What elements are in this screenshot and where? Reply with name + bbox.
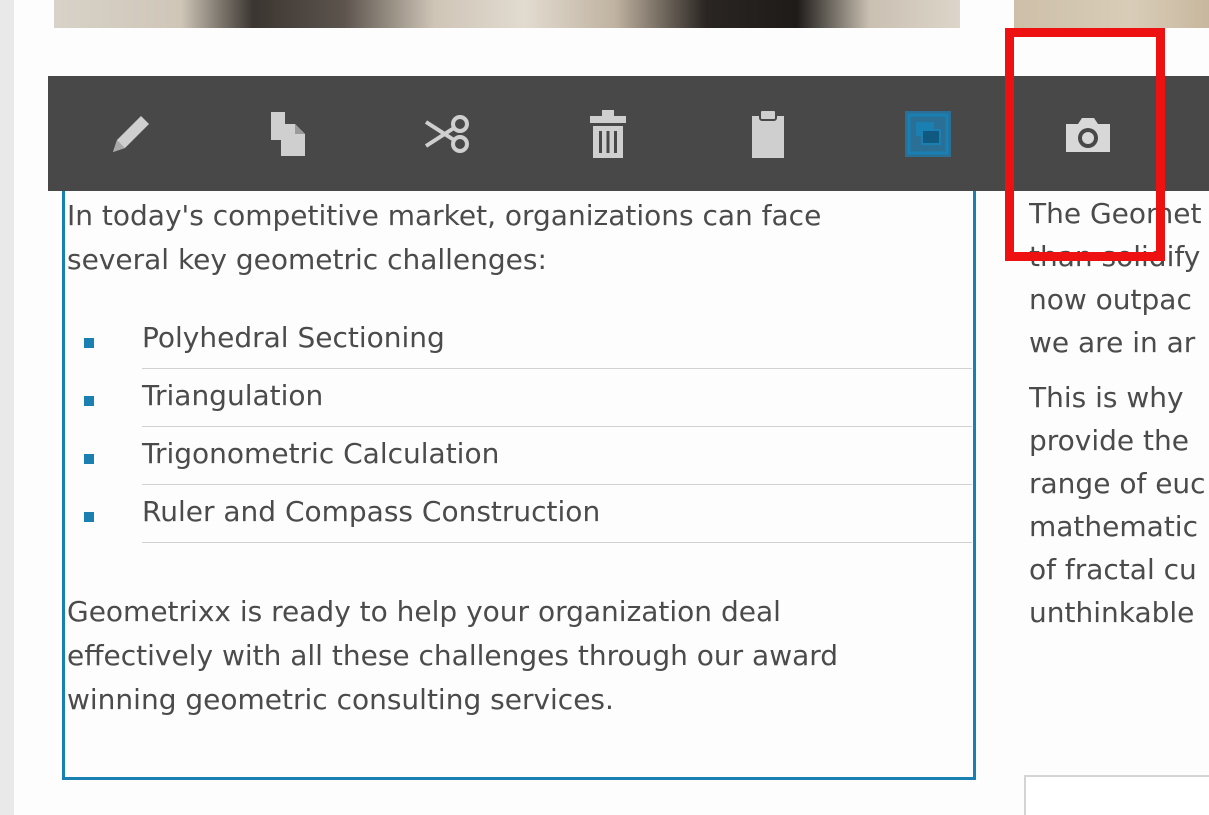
right-paragraph-1: The Geomet than solidify now outpac we a… [1029,192,1209,364]
right-line: The Geomet [1029,197,1202,230]
closing-line-2: effectively with all these challenges th… [67,639,839,672]
layout-button[interactable] [883,76,973,191]
right-line: than solidify [1029,240,1201,273]
list-item: Trigonometric Calculation [67,426,972,485]
right-line: mathematic [1029,510,1198,543]
hero-image-left [54,0,960,28]
closing-line-3: winning geometric consulting services. [67,683,614,716]
right-line: range of euc [1029,467,1206,500]
scissors-icon [424,114,469,153]
cut-button[interactable] [403,76,493,191]
bullet-square-icon [84,454,94,464]
right-line: of fractal cu [1029,553,1197,586]
edit-button[interactable] [86,76,176,191]
closing-line-1: Geometrixx is ready to help your organiz… [67,595,781,628]
layout-icon [905,110,951,157]
bullet-square-icon [84,338,94,348]
challenges-list: Polyhedral Sectioning Triangulation Trig… [67,310,972,543]
list-item: Ruler and Compass Construction [67,484,972,543]
list-item-label: Trigonometric Calculation [142,426,972,485]
right-paragraph-2: This is why provide the range of euc mat… [1029,376,1209,634]
bullet-square-icon [84,512,94,522]
list-item-label: Ruler and Compass Construction [142,484,972,543]
closing-text: Geometrixx is ready to help your organiz… [67,590,947,722]
right-line: now outpac [1029,283,1192,316]
right-line: This is why [1029,381,1184,414]
right-column-box [1024,775,1209,815]
list-item-label: Polyhedral Sectioning [142,310,972,369]
component-toolbar [48,76,1209,191]
intro-line-1: In today's competitive market, organizat… [67,199,822,232]
copy-icon [271,111,305,156]
intro-text: In today's competitive market, organizat… [67,194,947,282]
trash-icon [590,109,626,158]
bullet-square-icon [84,396,94,406]
right-line: we are in ar [1029,326,1196,359]
right-line: provide the [1029,424,1190,457]
pencil-icon [113,115,149,152]
copy-button[interactable] [244,76,334,191]
clipboard-icon [752,108,784,158]
camera-button[interactable] [1043,76,1133,191]
delete-button[interactable] [563,76,653,191]
intro-line-2: several key geometric challenges: [67,243,547,276]
list-item: Polyhedral Sectioning [67,310,972,369]
hero-image-right [1014,0,1209,28]
list-item-label: Triangulation [142,368,972,427]
camera-icon [1066,117,1110,152]
list-item: Triangulation [67,368,972,427]
paste-button[interactable] [723,76,813,191]
right-line: unthinkable [1029,596,1195,629]
right-column-text: The Geomet than solidify now outpac we a… [1029,192,1209,646]
